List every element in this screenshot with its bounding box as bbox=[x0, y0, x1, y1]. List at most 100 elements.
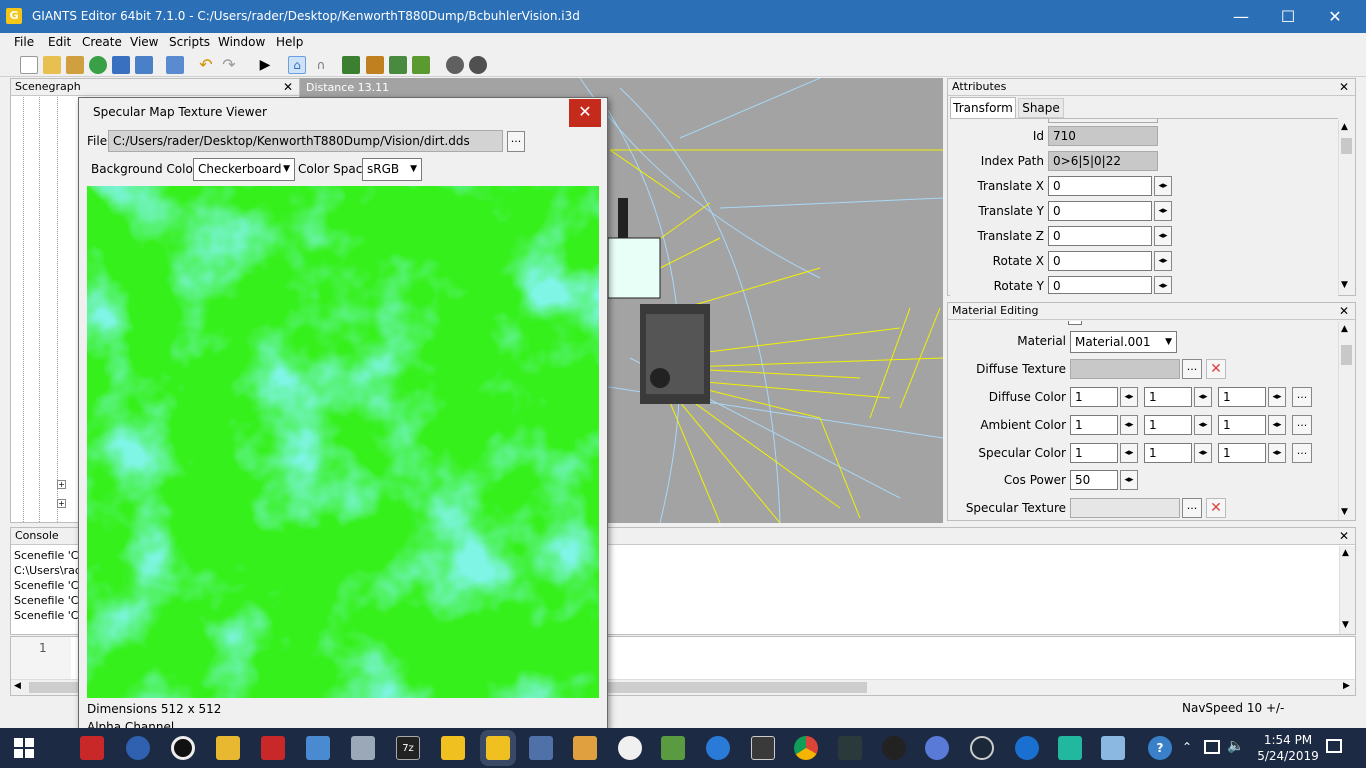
magnet-icon[interactable]: ∩ bbox=[312, 56, 330, 74]
ambient-color-r-field[interactable]: 1 bbox=[1070, 415, 1118, 435]
settings-icon[interactable] bbox=[469, 56, 487, 74]
diffuse-texture-browse-button[interactable]: ... bbox=[1182, 359, 1202, 379]
specular-color-picker-button[interactable]: ... bbox=[1292, 443, 1312, 463]
file-explorer-icon[interactable] bbox=[216, 736, 240, 760]
attributes-close-icon[interactable]: ✕ bbox=[1339, 79, 1349, 95]
foliage-icon[interactable] bbox=[389, 56, 407, 74]
notification-icon[interactable] bbox=[1326, 739, 1342, 753]
rotate-y-field[interactable]: 0 bbox=[1048, 276, 1152, 294]
diffuse-color-b-stepper-icon[interactable]: ◂▸ bbox=[1268, 387, 1286, 407]
ambient-color-g-field[interactable]: 1 bbox=[1144, 415, 1192, 435]
chromium-icon[interactable] bbox=[925, 736, 949, 760]
menu-window[interactable]: Window bbox=[218, 35, 265, 49]
media-player-icon[interactable] bbox=[573, 736, 597, 760]
refresh-icon[interactable] bbox=[89, 56, 107, 74]
gimp-icon[interactable] bbox=[838, 736, 862, 760]
undo-icon[interactable]: ↶ bbox=[197, 56, 215, 74]
menu-edit[interactable]: Edit bbox=[48, 35, 71, 49]
internet-explorer-icon[interactable] bbox=[706, 736, 730, 760]
translate-z-field[interactable]: 0 bbox=[1048, 226, 1152, 246]
giants-active-icon[interactable] bbox=[486, 736, 510, 760]
giants-editor-icon[interactable] bbox=[80, 736, 104, 760]
tree-expand-icon[interactable]: + bbox=[57, 480, 66, 489]
tree-expand-icon[interactable]: + bbox=[57, 499, 66, 508]
notepad-icon[interactable] bbox=[661, 736, 685, 760]
color-space-select[interactable]: sRGB ▼ bbox=[362, 158, 422, 181]
diffuse-color-r-field[interactable]: 1 bbox=[1070, 387, 1118, 407]
diffuse-color-r-stepper-icon[interactable]: ◂▸ bbox=[1120, 387, 1138, 407]
file-browse-button[interactable]: ... bbox=[507, 131, 525, 152]
export-icon[interactable] bbox=[135, 56, 153, 74]
new-file-icon[interactable] bbox=[20, 56, 38, 74]
play-icon[interactable]: ▶ bbox=[256, 56, 274, 74]
shared-editing-checkbox[interactable] bbox=[1068, 321, 1082, 325]
menu-help[interactable]: Help bbox=[276, 35, 303, 49]
translate-x-stepper-icon[interactable]: ◂▸ bbox=[1154, 176, 1172, 196]
menu-create[interactable]: Create bbox=[82, 35, 122, 49]
help-icon[interactable]: ? bbox=[1148, 736, 1172, 760]
tree-icon[interactable] bbox=[412, 56, 430, 74]
specular-color-b-stepper-icon[interactable]: ◂▸ bbox=[1268, 443, 1286, 463]
scroll-thumb[interactable] bbox=[1341, 345, 1352, 365]
chrome-icon[interactable] bbox=[794, 736, 818, 760]
rotate-y-stepper-icon[interactable]: ◂▸ bbox=[1154, 276, 1172, 294]
translate-z-stepper-icon[interactable]: ◂▸ bbox=[1154, 226, 1172, 246]
camera-icon[interactable] bbox=[446, 56, 464, 74]
translate-y-field[interactable]: 0 bbox=[1048, 201, 1152, 221]
specular-color-b-field[interactable]: 1 bbox=[1218, 443, 1266, 463]
save-icon[interactable] bbox=[112, 56, 130, 74]
giants-folder-icon[interactable] bbox=[441, 736, 465, 760]
console-close-icon[interactable]: ✕ bbox=[1339, 528, 1349, 544]
scanner-icon[interactable] bbox=[351, 736, 375, 760]
scroll-thumb[interactable] bbox=[1341, 138, 1352, 154]
attributes-scrollbar[interactable]: ▲ ▼ bbox=[1338, 120, 1354, 294]
scroll-up-icon[interactable]: ▲ bbox=[1341, 324, 1348, 334]
rotate-x-stepper-icon[interactable]: ◂▸ bbox=[1154, 251, 1172, 271]
terrain-icon[interactable] bbox=[342, 56, 360, 74]
scroll-left-icon[interactable]: ◀ bbox=[14, 681, 21, 691]
clock-time[interactable]: 1:54 PM bbox=[1260, 733, 1316, 747]
7zip-icon[interactable]: 7z bbox=[396, 736, 420, 760]
texture-viewer-close-button[interactable]: ✕ bbox=[569, 99, 601, 127]
scenegraph-close-icon[interactable]: ✕ bbox=[283, 79, 293, 95]
giants-icon[interactable] bbox=[261, 736, 285, 760]
specular-texture-browse-button[interactable]: ... bbox=[1182, 498, 1202, 518]
calculator-icon[interactable] bbox=[751, 736, 775, 760]
menu-view[interactable]: View bbox=[130, 35, 158, 49]
scroll-up-icon[interactable]: ▲ bbox=[1342, 548, 1349, 558]
import-icon[interactable] bbox=[166, 56, 184, 74]
specular-color-r-stepper-icon[interactable]: ◂▸ bbox=[1120, 443, 1138, 463]
translate-x-field[interactable]: 0 bbox=[1048, 176, 1152, 196]
translate-y-stepper-icon[interactable]: ◂▸ bbox=[1154, 201, 1172, 221]
specular-color-g-stepper-icon[interactable]: ◂▸ bbox=[1194, 443, 1212, 463]
scroll-down-icon[interactable]: ▼ bbox=[1341, 280, 1348, 290]
specular-color-g-field[interactable]: 1 bbox=[1144, 443, 1192, 463]
volume-icon[interactable]: 🔈 bbox=[1227, 738, 1244, 754]
game-icon[interactable] bbox=[1058, 736, 1082, 760]
cos-power-stepper-icon[interactable]: ◂▸ bbox=[1120, 470, 1138, 490]
edge-icon[interactable] bbox=[1015, 736, 1039, 760]
minimize-button[interactable]: — bbox=[1218, 0, 1264, 33]
tab-transform[interactable]: Transform bbox=[950, 97, 1016, 118]
scroll-right-icon[interactable]: ▶ bbox=[1343, 681, 1350, 691]
specular-texture-clear-icon[interactable]: ✕ bbox=[1206, 498, 1226, 518]
obs-icon[interactable] bbox=[882, 736, 906, 760]
diffuse-color-g-stepper-icon[interactable]: ◂▸ bbox=[1194, 387, 1212, 407]
diffuse-color-g-field[interactable]: 1 bbox=[1144, 387, 1192, 407]
steam-icon[interactable] bbox=[970, 736, 994, 760]
paint-icon[interactable] bbox=[366, 56, 384, 74]
open-folder-icon[interactable] bbox=[43, 56, 61, 74]
diffuse-texture-clear-icon[interactable]: ✕ bbox=[1206, 359, 1226, 379]
network-icon[interactable] bbox=[1204, 740, 1220, 754]
cos-power-field[interactable]: 50 bbox=[1070, 470, 1118, 490]
material-select[interactable]: Material.001 ▼ bbox=[1070, 331, 1177, 353]
material-editing-close-icon[interactable]: ✕ bbox=[1339, 303, 1349, 319]
itunes-icon[interactable] bbox=[618, 736, 642, 760]
control-panel-icon[interactable] bbox=[306, 736, 330, 760]
windows-start-icon[interactable] bbox=[14, 738, 34, 758]
diffuse-color-b-field[interactable]: 1 bbox=[1218, 387, 1266, 407]
texture-viewer-titlebar[interactable]: Specular Map Texture Viewer ✕ bbox=[79, 98, 607, 127]
close-button[interactable]: ✕ bbox=[1312, 0, 1358, 33]
scroll-down-icon[interactable]: ▼ bbox=[1342, 620, 1349, 630]
menu-scripts[interactable]: Scripts bbox=[169, 35, 210, 49]
